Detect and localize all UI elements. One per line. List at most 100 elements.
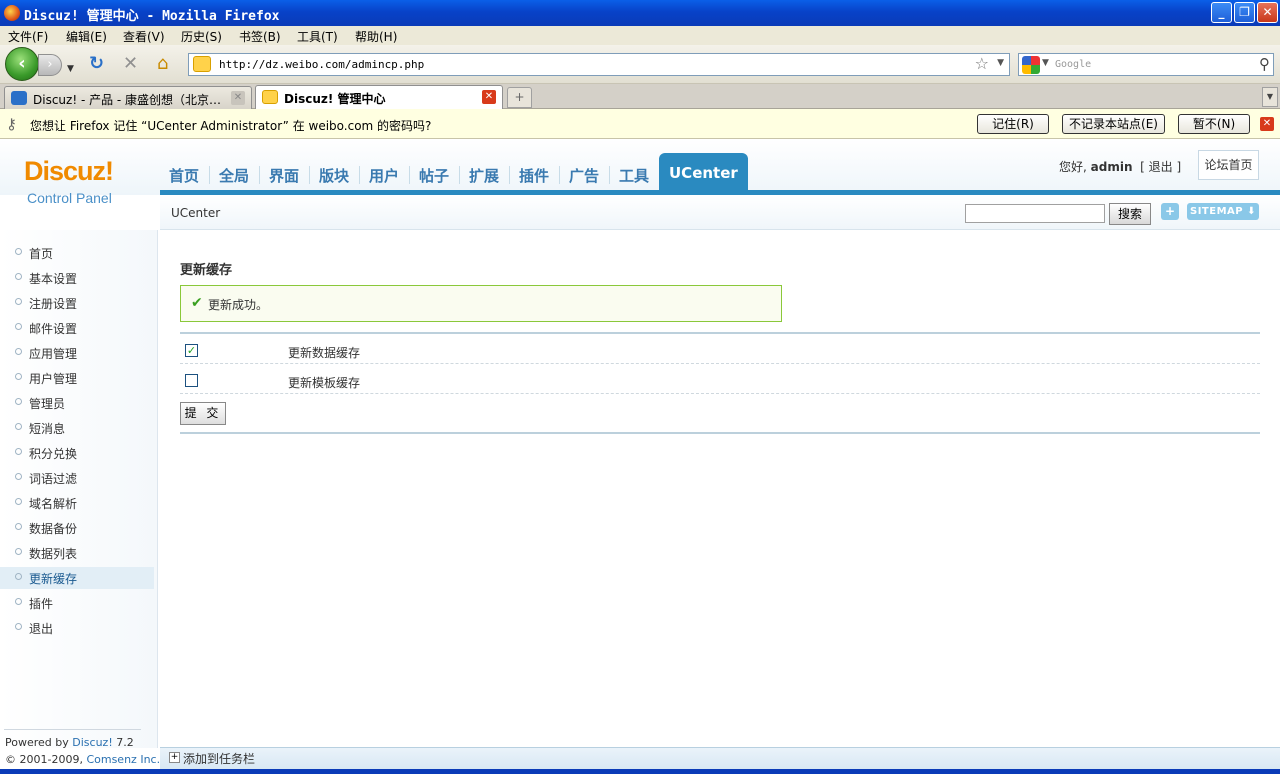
bullet-icon [15,623,22,630]
menu-edit[interactable]: 编辑(E) [66,28,107,45]
bullet-icon [15,348,22,355]
nav-tools[interactable]: 工具 [619,165,649,186]
password-notification-bar: ⚷ 您想让 Firefox 记住 “UCenter Administrator”… [0,109,1280,139]
nav-extensions[interactable]: 扩展 [469,165,499,186]
sidebar-item-basic-settings[interactable]: 基本设置 [0,267,154,289]
engine-dropdown-icon[interactable]: ▼ [1042,58,1049,68]
url-text[interactable]: http://dz.weibo.com/admincp.php [219,58,424,71]
menu-help[interactable]: 帮助(H) [355,28,397,45]
tab-label: Discuz! 管理中心 [284,92,386,106]
add-shortcut-icon[interactable]: + [1161,203,1179,220]
nav-posts[interactable]: 帖子 [419,165,449,186]
bullet-icon [15,498,22,505]
tab-close-icon[interactable]: ✕ [231,91,245,105]
nav-users[interactable]: 用户 [369,165,399,186]
bullet-icon [15,473,22,480]
greeting-text: 您好, [1059,160,1087,174]
search-bar[interactable]: ▼ Google ⚲ [1018,53,1274,76]
firefox-icon [4,5,20,21]
minimize-button[interactable]: _ [1211,2,1232,23]
close-window-button[interactable]: ✕ [1257,2,1278,23]
nav-interface[interactable]: 界面 [269,165,299,186]
bullet-icon [15,398,22,405]
admin-search-button[interactable]: 搜索 [1109,203,1151,225]
search-placeholder[interactable]: Google [1055,59,1091,70]
nav-global[interactable]: 全局 [219,165,249,186]
home-icon[interactable]: ⌂ [157,54,168,74]
nav-ucenter[interactable]: UCenter [659,153,748,193]
option-row-data-cache: ✓ 更新数据缓存 [180,334,1260,364]
new-tab-icon[interactable]: + [507,87,532,108]
sidebar-item-domain-resolve[interactable]: 域名解析 [0,492,154,514]
menu-file[interactable]: 文件(F) [8,28,48,45]
never-for-site-button[interactable]: 不记录本站点(E) [1062,114,1165,134]
sidebar-item-register-settings[interactable]: 注册设置 [0,292,154,314]
nav-forums[interactable]: 版块 [319,165,349,186]
discuz-logo: Discuz! [24,156,114,186]
stop-icon[interactable]: ✕ [123,54,138,74]
sidebar-item-update-cache[interactable]: 更新缓存 [0,567,154,589]
tab-list-dropdown-icon[interactable]: ▼ [1262,87,1278,107]
back-arrow-icon[interactable]: ‹ [5,47,39,81]
url-bar[interactable]: http://dz.weibo.com/admincp.php ☆ ▼ [188,53,1010,76]
sidebar-footer: Powered by Discuz! 7.2 © 2001-2009, Coms… [5,736,161,766]
menu-bar: 文件(F) 编辑(E) 查看(V) 历史(S) 书签(B) 工具(T) 帮助(H… [0,26,1280,45]
sidebar-item-home[interactable]: 首页 [0,242,154,264]
search-magnifier-icon[interactable]: ⚲ [1259,55,1270,73]
bullet-icon [15,523,22,530]
comsenz-link[interactable]: Comsenz Inc. [86,753,160,766]
menu-tools[interactable]: 工具(T) [297,28,338,45]
nav-ads[interactable]: 广告 [569,165,599,186]
sidebar-item-data-backup[interactable]: 数据备份 [0,517,154,539]
tab-discuz-product[interactable]: Discuz! - 产品 - 康盛创想（北京… ✕ [4,86,252,109]
sitemap-button[interactable]: SITEMAP ⬇ [1187,203,1259,220]
remember-password-button[interactable]: 记住(R) [977,114,1049,134]
bullet-icon [15,373,22,380]
sidebar-item-mail-settings[interactable]: 邮件设置 [0,317,154,339]
tab-close-icon[interactable]: ✕ [482,90,496,104]
bullet-icon [15,598,22,605]
success-text: 更新成功。 [208,298,269,312]
url-dropdown-icon[interactable]: ▼ [997,58,1004,68]
submit-button[interactable]: 提 交 [180,402,226,425]
navigation-toolbar: ‹ › ▼ ↻ ✕ ⌂ http://dz.weibo.com/admincp.… [0,45,1280,84]
sidebar-item-logout[interactable]: 退出 [0,617,154,639]
add-to-taskbar-link[interactable]: 添加到任务栏 [183,750,255,767]
plus-box-icon[interactable]: + [169,752,180,763]
forward-arrow-icon[interactable]: › [38,54,62,76]
sidebar-item-app-management[interactable]: 应用管理 [0,342,154,364]
data-cache-checkbox[interactable]: ✓ [185,344,198,357]
logout-link[interactable]: [ 退出 ] [1140,160,1181,174]
reload-icon[interactable]: ↻ [89,54,104,74]
template-cache-checkbox[interactable] [185,374,198,387]
sidebar-item-messages[interactable]: 短消息 [0,417,154,439]
sidebar-item-credit-exchange[interactable]: 积分兑换 [0,442,154,464]
bookmark-star-icon[interactable]: ☆ [975,54,989,73]
history-dropdown-icon[interactable]: ▼ [67,59,74,79]
tab-discuz-admin[interactable]: Discuz! 管理中心 ✕ [255,85,503,109]
sidebar-item-administrators[interactable]: 管理员 [0,392,154,414]
sidebar-item-plugins[interactable]: 插件 [0,592,154,614]
notification-close-icon[interactable]: ✕ [1260,117,1274,131]
discuz-link[interactable]: Discuz! [72,736,112,749]
sidebar-item-data-list[interactable]: 数据列表 [0,542,154,564]
menu-view[interactable]: 查看(V) [123,28,165,45]
sidebar-item-user-management[interactable]: 用户管理 [0,367,154,389]
sidebar-item-word-filter[interactable]: 词语过滤 [0,467,154,489]
discuz-header: 首页 全局 界面 版块 用户 帖子 扩展 插件 广告 工具 UCenter 您好… [0,139,1280,195]
admin-search-input[interactable] [965,204,1105,223]
not-now-button[interactable]: 暂不(N) [1178,114,1250,134]
sidebar: 首页 基本设置 注册设置 邮件设置 应用管理 用户管理 管理员 短消息 积分兑换… [0,230,158,748]
menu-history[interactable]: 历史(S) [181,28,222,45]
menu-bookmarks[interactable]: 书签(B) [239,28,281,45]
forum-home-button[interactable]: 论坛首页 [1198,150,1259,180]
template-cache-label: 更新模板缓存 [288,376,361,390]
google-engine-icon[interactable] [1022,56,1040,74]
success-message: ✔ 更新成功。 [180,285,782,322]
username: admin [1090,160,1133,174]
bottom-bar: + 添加到任务栏 [160,747,1280,769]
nav-home[interactable]: 首页 [169,165,199,186]
nav-plugins[interactable]: 插件 [519,165,549,186]
restore-button[interactable]: ❐ [1234,2,1255,23]
option-row-template-cache: 更新模板缓存 [180,364,1260,394]
